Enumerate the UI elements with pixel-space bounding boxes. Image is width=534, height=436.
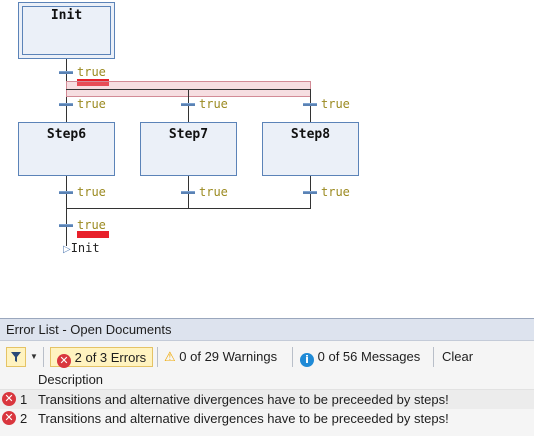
transition-branch-3[interactable] [303,103,317,106]
jump-to-init[interactable]: ▷Init [63,241,100,257]
error-icon: ✕ [57,354,71,368]
error-row-number: 2 [20,411,28,426]
filter-button[interactable] [6,347,26,367]
error-row-description: Transitions and alternative divergences … [38,392,449,407]
errors-count-label: 2 of 3 Errors [74,350,147,365]
transition-lower-1-label: true [77,185,106,199]
messages-filter-button[interactable]: i 0 of 56 Messages [300,347,420,367]
transition-final-label: true [77,218,106,232]
errors-filter-button[interactable]: ✕ 2 of 3 Errors [50,347,154,368]
filter-icon [11,352,21,362]
step-6[interactable]: Step6 [18,122,115,176]
filter-dropdown-icon[interactable]: ▼ [30,347,38,367]
step-8[interactable]: Step8 [262,122,359,176]
description-column-header[interactable]: Description [0,371,534,390]
error-row[interactable]: ✕ 1 Transitions and alternative divergen… [0,390,534,409]
error-icon: ✕ [2,411,16,425]
transition-lower-2[interactable] [181,191,195,194]
info-icon: i [300,353,314,367]
messages-count-label: 0 of 56 Messages [317,349,421,364]
transition-lower-3[interactable] [303,191,317,194]
clear-button[interactable]: Clear [442,347,473,367]
transition-lower-3-label: true [321,185,350,199]
transition-final-error-marker [77,231,109,238]
transition-branch-3-label: true [321,97,350,111]
transition-branch-1-label: true [77,97,106,111]
transition-lower-1[interactable] [59,191,73,194]
error-list-panel: Error List - Open Documents ▼ ✕ 2 of 3 E… [0,318,534,436]
transition-lower-2-label: true [199,185,228,199]
error-list-title: Error List - Open Documents [0,319,534,341]
transition-1-label: true [77,65,106,79]
transition-branch-2-label: true [199,97,228,111]
transition-1[interactable] [59,71,73,74]
transition-final[interactable] [59,224,73,227]
step-8-label: Step8 [290,127,331,142]
warnings-count-label: 0 of 29 Warnings [179,349,278,364]
init-step[interactable]: Init [18,2,115,59]
step-7[interactable]: Step7 [140,122,237,176]
transition-branch-2[interactable] [181,103,195,106]
warning-icon: ⚠ [164,349,176,364]
error-row-number: 1 [20,392,28,407]
warnings-filter-button[interactable]: ⚠ 0 of 29 Warnings [164,347,277,367]
step-7-label: Step7 [168,127,209,142]
init-step-label: Init [50,8,83,23]
jump-arrow-icon: ▷ [63,244,71,255]
jump-target-label: Init [70,241,100,255]
step-6-label: Step6 [46,127,87,142]
error-row-description: Transitions and alternative divergences … [38,411,449,426]
sfc-editor-canvas[interactable]: Init true true true true Step6 Step7 Ste… [0,0,534,311]
error-list-toolbar: ▼ ✕ 2 of 3 Errors ⚠ 0 of 29 Warnings i 0… [0,341,534,371]
transition-branch-1[interactable] [59,103,73,106]
error-row[interactable]: ✕ 2 Transitions and alternative divergen… [0,409,534,428]
error-icon: ✕ [2,392,16,406]
